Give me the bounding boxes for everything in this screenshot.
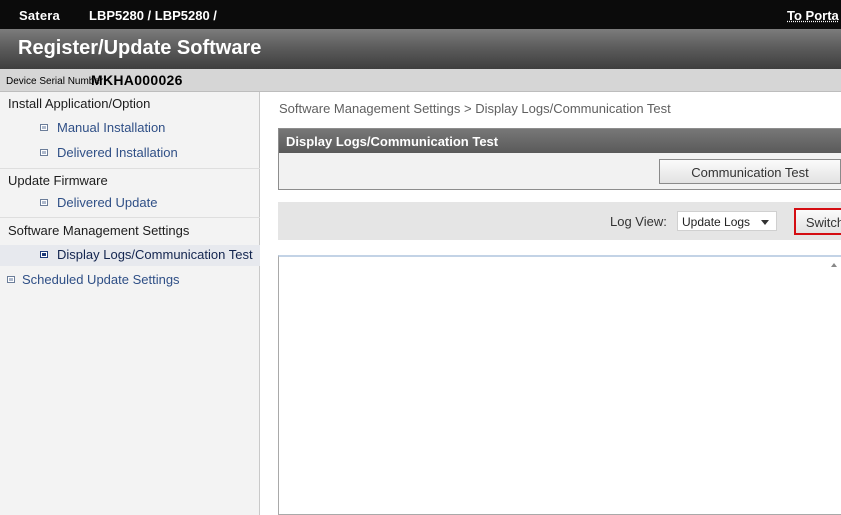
serial-value: MKHA000026 <box>91 72 183 88</box>
sidebar-section-install: Install Application/Option <box>8 96 151 111</box>
bullet-icon <box>40 251 48 258</box>
bullet-icon <box>40 199 48 206</box>
sidebar-item-delivered-installation[interactable]: Delivered Installation <box>0 145 260 163</box>
sidebar-section-update-firmware: Update Firmware <box>0 168 260 192</box>
chevron-down-icon <box>761 220 769 225</box>
brand-name: Satera <box>19 8 60 23</box>
log-text-area[interactable] <box>278 255 841 515</box>
sidebar: Install Application/Option Manual Instal… <box>0 92 260 515</box>
scroll-up-icon[interactable] <box>831 263 837 267</box>
log-view-label: Log View: <box>610 214 667 229</box>
to-portal-link[interactable]: To Porta <box>787 8 839 23</box>
sidebar-item-label: Manual Installation <box>57 120 166 135</box>
log-view-select[interactable]: Update Logs <box>677 211 777 231</box>
log-view-bar: Log View: Update Logs Switch <box>278 202 841 240</box>
bullet-icon <box>40 149 48 156</box>
sidebar-item-manual-installation[interactable]: Manual Installation <box>0 120 260 138</box>
bullet-icon <box>40 124 48 131</box>
sidebar-item-label: Scheduled Update Settings <box>22 272 180 287</box>
sidebar-item-label: Display Logs/Communication Test <box>57 247 253 262</box>
sidebar-item-label: Delivered Installation <box>57 145 178 160</box>
bullet-icon <box>7 276 15 283</box>
panel-title: Display Logs/Communication Test <box>279 129 841 153</box>
sidebar-section-software-management: Software Management Settings <box>0 217 260 243</box>
main-content: Software Management Settings > Display L… <box>261 92 841 515</box>
breadcrumb: Software Management Settings > Display L… <box>279 101 671 116</box>
switch-button[interactable]: Switch <box>794 208 841 235</box>
sidebar-item-label: Delivered Update <box>57 195 158 210</box>
serial-bar: Device Serial Number: MKHA000026 <box>0 69 841 92</box>
top-bar: Satera LBP5280 / LBP5280 / To Porta <box>0 0 841 29</box>
sidebar-item-scheduled-update[interactable]: Scheduled Update Settings <box>0 272 260 290</box>
display-logs-panel: Display Logs/Communication Test Communic… <box>278 128 841 190</box>
communication-test-button[interactable]: Communication Test <box>659 159 841 184</box>
model-name: LBP5280 / LBP5280 / <box>89 8 217 23</box>
sidebar-item-display-logs[interactable]: Display Logs/Communication Test <box>0 245 260 266</box>
title-bar: Register/Update Software <box>0 29 841 69</box>
page-title: Register/Update Software <box>18 37 262 59</box>
sidebar-item-delivered-update[interactable]: Delivered Update <box>0 195 260 213</box>
log-view-selected: Update Logs <box>682 215 751 229</box>
